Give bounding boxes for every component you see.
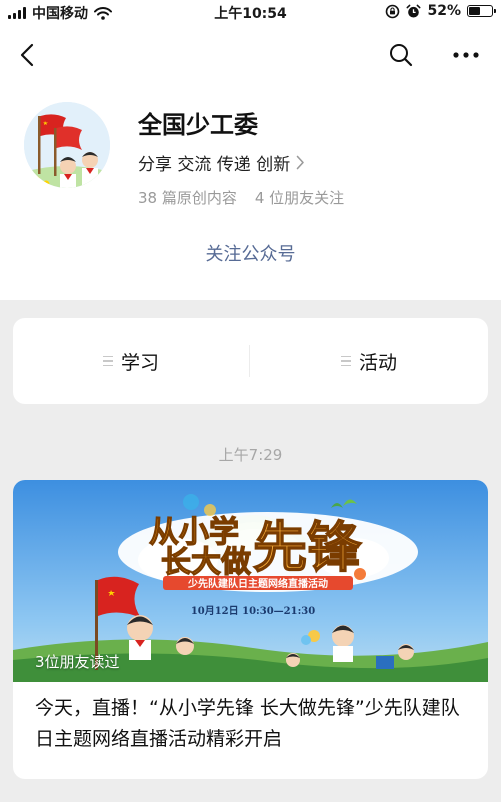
- menu-item-label: 活动: [358, 351, 397, 374]
- account-name: 全国少工委: [138, 111, 258, 139]
- account-profile: 全国少工委 分享 交流 传递 创新 38 篇原创内容 4 位朋友关注 关注公众号: [0, 88, 501, 300]
- avatar-image: [24, 102, 110, 188]
- account-tagline[interactable]: 分享 交流 传递 创新: [138, 150, 305, 175]
- search-button[interactable]: [384, 38, 418, 72]
- more-icon: [453, 52, 479, 58]
- article-title: 今天，直播！“从小学先锋 长大做先锋”少先队建队日主题网络直播活动精彩开启: [35, 697, 460, 750]
- tagline-text: 分享 交流 传递 创新: [138, 155, 291, 175]
- account-stats: 38 篇原创内容 4 位朋友关注: [138, 187, 344, 208]
- menu-list-icon: [102, 355, 113, 367]
- rotation-lock-icon: [386, 4, 400, 18]
- cover-headline-big: 先锋: [253, 516, 362, 579]
- more-button[interactable]: [448, 38, 484, 72]
- cover-date: 10月12日 10:30—21:30: [191, 605, 315, 617]
- menu-item-label: 学习: [120, 351, 159, 374]
- search-icon: [390, 44, 413, 67]
- menu-item-study[interactable]: 学习: [13, 318, 249, 404]
- cover-headline-bottom: 长大做: [161, 545, 251, 580]
- status-bar: 中国移动 上午10:54 52%: [0, 0, 501, 24]
- account-avatar[interactable]: [24, 102, 110, 188]
- status-right: 52%: [385, 3, 496, 19]
- battery-icon: [467, 5, 496, 17]
- back-arrow-icon: [20, 43, 34, 67]
- message-timestamp: 上午7:29: [218, 446, 283, 464]
- friends-read-badge: 3位朋友读过: [35, 653, 120, 671]
- alarm-icon: [406, 4, 421, 17]
- cover-subtitle: 少先队建队日主题网络直播活动: [187, 577, 328, 590]
- menu-item-activity[interactable]: 活动: [250, 318, 488, 404]
- nav-bar: [0, 24, 501, 88]
- account-menu: 学习 活动: [13, 318, 488, 404]
- original-count: 38 篇原创内容: [138, 189, 237, 207]
- battery-percent: 52%: [427, 3, 461, 19]
- follow-account-button[interactable]: 关注公众号: [0, 240, 501, 266]
- menu-list-icon: [340, 355, 351, 367]
- friends-following[interactable]: 4 位朋友关注: [255, 187, 344, 208]
- chevron-right-icon: [296, 155, 305, 170]
- article-card[interactable]: 从小学 长大做 先锋 少先队建队日主题网络直播活动 10月12日 10:30—2…: [13, 480, 488, 779]
- back-button[interactable]: [10, 38, 44, 72]
